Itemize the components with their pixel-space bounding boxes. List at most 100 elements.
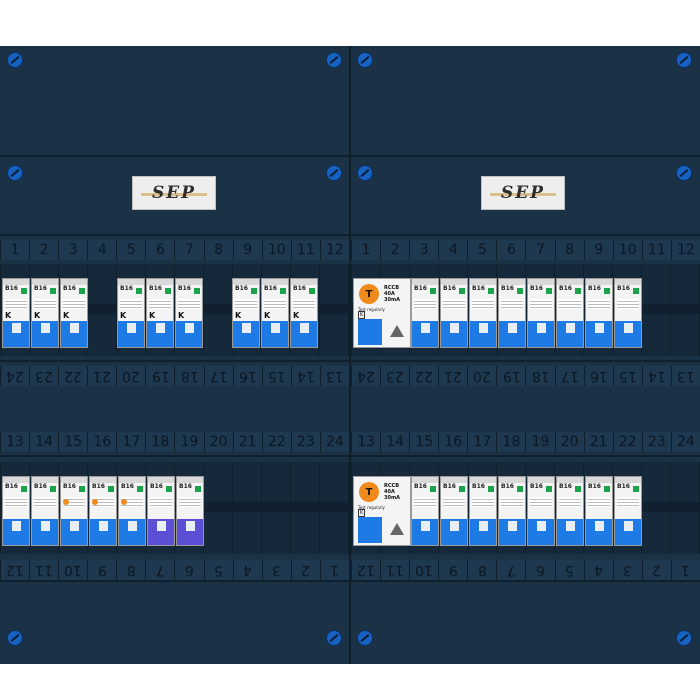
circuit-breaker[interactable]: B16	[498, 476, 526, 546]
breaker-toggle[interactable]	[127, 323, 136, 333]
breaker-toggle[interactable]	[186, 521, 195, 531]
circuit-breaker[interactable]: B16	[527, 278, 555, 348]
position-number: 7	[525, 240, 554, 260]
circuit-breaker[interactable]: B16	[469, 476, 497, 546]
circuit-breaker[interactable]: B16 K	[290, 278, 318, 348]
breaker-toggle[interactable]	[421, 521, 430, 531]
test-button-icon[interactable]	[63, 499, 69, 505]
circuit-breaker[interactable]: B16 K	[117, 278, 145, 348]
position-number: 4	[232, 560, 262, 580]
breaker-spec-text	[264, 299, 286, 309]
breaker-toggle[interactable]	[99, 521, 108, 531]
breaker-toggle[interactable]	[624, 521, 633, 531]
breaker-toggle[interactable]	[479, 323, 488, 333]
breaker-toggle[interactable]	[70, 521, 79, 531]
circuit-breaker[interactable]: B16	[89, 476, 117, 546]
position-number-label: 12	[6, 562, 24, 578]
circuit-breaker[interactable]: B16	[60, 476, 88, 546]
position-number-label: 3	[68, 242, 78, 258]
position-number-label: 22	[64, 368, 83, 384]
position-number-label: 17	[122, 434, 141, 450]
position-number-label: 15	[267, 368, 286, 384]
circuit-breaker[interactable]: B16	[147, 476, 175, 546]
position-number-label: 24	[6, 368, 24, 384]
residual-current-device[interactable]: T Test regularly RCCB 40A 30mA K	[353, 476, 411, 546]
breaker-toggle[interactable]	[450, 521, 459, 531]
breaker-toggle[interactable]	[157, 521, 166, 531]
circuit-breaker[interactable]: B16	[469, 278, 497, 348]
circuit-breaker[interactable]: B16	[440, 278, 468, 348]
circuit-breaker[interactable]: B16	[411, 278, 439, 348]
circuit-breaker[interactable]: B16	[614, 278, 642, 348]
breaker-toggle[interactable]	[508, 521, 517, 531]
circuit-breaker[interactable]: B16 K	[232, 278, 260, 348]
breaker-toggle[interactable]	[185, 323, 194, 333]
position-number-label: 23	[296, 434, 315, 450]
breaker-toggle[interactable]	[595, 521, 604, 531]
breaker-toggle[interactable]	[537, 323, 546, 333]
breaker-toggle[interactable]	[12, 521, 21, 531]
circuit-breaker[interactable]: B16	[31, 476, 59, 546]
circuit-breaker[interactable]: B16 K	[261, 278, 289, 348]
breaker-toggle[interactable]	[566, 521, 575, 531]
circuit-breaker[interactable]: B16 K	[2, 278, 30, 348]
circuit-breaker[interactable]: B16	[411, 476, 439, 546]
position-number-label: 24	[676, 434, 695, 450]
breaker-toggle[interactable]	[595, 323, 604, 333]
breaker-toggle[interactable]	[450, 323, 459, 333]
circuit-breaker[interactable]: B16	[556, 278, 584, 348]
breaker-toggle[interactable]	[70, 323, 79, 333]
breaker-toggle[interactable]	[41, 323, 50, 333]
position-number-label: 19	[531, 434, 550, 450]
breaker-toggle[interactable]	[271, 323, 280, 333]
circuit-breaker[interactable]: B16	[498, 278, 526, 348]
test-button-icon[interactable]	[121, 499, 127, 505]
test-button-icon[interactable]: T	[359, 284, 379, 304]
position-number: 6	[525, 560, 554, 580]
circuit-breaker[interactable]: B16	[527, 476, 555, 546]
position-number: 2	[29, 240, 58, 260]
breaker-spec-text	[293, 299, 315, 309]
breaker-toggle[interactable]	[300, 323, 309, 333]
rcd-toggle[interactable]	[358, 517, 382, 543]
residual-current-device[interactable]: T Test regularly RCCB 40A 30mA K	[353, 278, 411, 348]
position-number-label: 11	[647, 242, 666, 258]
circuit-breaker[interactable]: B16	[585, 476, 613, 546]
status-indicator-icon	[194, 288, 200, 294]
circuit-breaker[interactable]: B16 K	[175, 278, 203, 348]
breaker-spec-text	[120, 299, 142, 309]
circuit-breaker[interactable]: B16 K	[60, 278, 88, 348]
position-number: 20	[467, 366, 496, 386]
breaker-toggle[interactable]	[242, 323, 251, 333]
position-number-label: 21	[444, 368, 463, 384]
breaker-toggle[interactable]	[156, 323, 165, 333]
breaker-toggle[interactable]	[566, 323, 575, 333]
circuit-breaker[interactable]: B16	[118, 476, 146, 546]
position-number: 6	[174, 560, 203, 580]
test-button-icon[interactable]	[92, 499, 98, 505]
panel-divider	[0, 580, 700, 582]
circuit-breaker[interactable]: B16	[585, 278, 613, 348]
circuit-breaker[interactable]: B16 K	[146, 278, 174, 348]
circuit-breaker[interactable]: B16 K	[31, 278, 59, 348]
breaker-toggle[interactable]	[537, 521, 546, 531]
breaker-toggle[interactable]	[12, 323, 21, 333]
position-number: 2	[380, 240, 409, 260]
status-indicator-icon	[50, 288, 56, 294]
rcd-toggle[interactable]	[358, 319, 382, 345]
position-numbers-mid-left: 24 23 22 21 20 19 18 17 16 15 14 13	[0, 366, 349, 386]
breaker-toggle[interactable]	[624, 323, 633, 333]
circuit-breaker[interactable]: B16	[176, 476, 204, 546]
breaker-toggle[interactable]	[508, 323, 517, 333]
circuit-breaker[interactable]: B16	[614, 476, 642, 546]
position-number: 13	[351, 432, 380, 452]
breaker-toggle[interactable]	[479, 521, 488, 531]
breaker-spec-text	[179, 497, 201, 507]
circuit-breaker[interactable]: B16	[556, 476, 584, 546]
circuit-breaker[interactable]: B16	[2, 476, 30, 546]
breaker-toggle[interactable]	[128, 521, 137, 531]
test-button-icon[interactable]: T	[359, 482, 379, 502]
breaker-toggle[interactable]	[421, 323, 430, 333]
breaker-toggle[interactable]	[41, 521, 50, 531]
circuit-breaker[interactable]: B16	[440, 476, 468, 546]
